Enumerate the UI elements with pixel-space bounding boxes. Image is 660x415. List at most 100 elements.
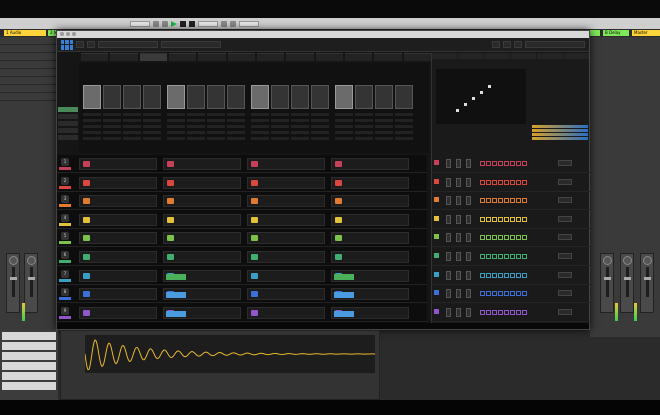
pattern-cell[interactable] [331, 176, 409, 189]
pad-parameter[interactable] [187, 137, 205, 140]
step-key[interactable] [492, 272, 497, 278]
step-key[interactable] [486, 291, 491, 297]
step-key[interactable] [504, 216, 509, 222]
pad-parameter[interactable] [207, 113, 225, 116]
punch-out-button[interactable] [230, 20, 236, 27]
step-key[interactable] [480, 235, 485, 241]
pad-parameter[interactable] [291, 137, 309, 140]
mini-slider[interactable] [466, 270, 471, 280]
pad-parameter[interactable] [395, 119, 413, 122]
mini-slider[interactable] [466, 214, 471, 224]
step-key[interactable] [510, 235, 515, 241]
clip-slot[interactable] [2, 352, 56, 360]
pattern-cell[interactable] [331, 232, 409, 245]
active-clip-block[interactable] [166, 273, 186, 280]
pad-parameter[interactable] [83, 131, 101, 134]
pad-parameter[interactable] [83, 125, 101, 128]
toolbar-button-b[interactable] [503, 41, 511, 48]
pad-parameter[interactable] [355, 137, 373, 140]
row-number[interactable]: 3 [61, 195, 69, 204]
pattern-cell[interactable] [247, 306, 325, 319]
row-value-field[interactable] [558, 290, 572, 297]
step-key[interactable] [492, 216, 497, 222]
pad-parameter[interactable] [103, 131, 121, 134]
minimize-window-icon[interactable] [66, 32, 70, 36]
step-key[interactable] [522, 179, 527, 185]
step-key[interactable] [492, 291, 497, 297]
row-value-field[interactable] [558, 308, 572, 315]
mini-slider[interactable] [446, 214, 451, 224]
pattern-cell[interactable] [331, 269, 409, 282]
stop-button[interactable] [180, 20, 186, 27]
mini-slider[interactable] [446, 252, 451, 261]
pattern-cell[interactable] [247, 213, 325, 226]
step-key[interactable] [486, 198, 491, 204]
step-key[interactable] [516, 198, 521, 204]
row-number[interactable]: 9 [61, 306, 69, 315]
step-key[interactable] [498, 235, 503, 241]
mini-slider[interactable] [466, 159, 471, 168]
position-field[interactable] [198, 20, 218, 27]
mini-slider[interactable] [456, 252, 461, 261]
step-key[interactable] [480, 161, 485, 166]
pattern-cell[interactable] [331, 251, 409, 263]
step-key[interactable] [516, 216, 521, 222]
step-key[interactable] [498, 309, 503, 315]
step-key[interactable] [516, 254, 521, 259]
mini-slider[interactable] [466, 177, 471, 187]
step-key[interactable] [486, 254, 491, 259]
pad-parameter[interactable] [207, 137, 225, 140]
drum-pad[interactable] [335, 85, 353, 109]
step-key[interactable] [486, 179, 491, 185]
pattern-cell[interactable] [247, 232, 325, 245]
step-key[interactable] [480, 309, 485, 315]
row-number[interactable]: 6 [61, 251, 69, 259]
pad-parameter[interactable] [311, 125, 329, 128]
drum-pad[interactable] [103, 85, 121, 109]
step-key[interactable] [492, 161, 497, 166]
pad-parameter[interactable] [187, 119, 205, 122]
pad-parameter[interactable] [395, 125, 413, 128]
pad-mode-button[interactable] [58, 135, 78, 140]
mini-slider[interactable] [446, 289, 451, 299]
pad-mode-button[interactable] [58, 128, 78, 133]
step-key[interactable] [516, 235, 521, 241]
pad-parameter[interactable] [375, 137, 393, 140]
row-value-field[interactable] [558, 160, 572, 166]
pad-parameter[interactable] [271, 131, 289, 134]
pad-parameter[interactable] [251, 125, 269, 128]
pattern-cell[interactable] [331, 195, 409, 208]
pad-parameter[interactable] [143, 137, 161, 140]
pad-bank-tab[interactable] [110, 53, 138, 61]
pad-parameter[interactable] [103, 137, 121, 140]
pad-parameter[interactable] [83, 137, 101, 140]
play-button[interactable] [171, 20, 177, 27]
pad-parameter[interactable] [143, 131, 161, 134]
pad-parameter[interactable] [375, 119, 393, 122]
row-number[interactable]: 2 [61, 176, 69, 185]
step-key[interactable] [522, 291, 527, 297]
pad-parameter[interactable] [291, 125, 309, 128]
mini-slider[interactable] [466, 289, 471, 299]
metronome-button[interactable] [153, 20, 159, 27]
pan-knob[interactable] [602, 256, 612, 265]
pad-parameter[interactable] [251, 131, 269, 134]
row-value-field[interactable] [558, 215, 572, 222]
pad-parameter[interactable] [375, 131, 393, 134]
drum-pad[interactable] [187, 85, 205, 109]
step-key[interactable] [522, 254, 527, 259]
step-key[interactable] [492, 235, 497, 241]
step-key[interactable] [504, 291, 509, 297]
row-value-field[interactable] [558, 197, 572, 204]
mini-slider[interactable] [456, 289, 461, 299]
envelope-point[interactable] [480, 91, 483, 94]
pad-parameter[interactable] [227, 137, 245, 140]
pad-parameter[interactable] [207, 131, 225, 134]
envelope-point[interactable] [464, 103, 467, 106]
zoom-window-icon[interactable] [72, 32, 76, 36]
pad-parameter[interactable] [167, 137, 185, 140]
pad-parameter[interactable] [167, 131, 185, 134]
panel-tab[interactable] [432, 53, 458, 59]
pad-parameter[interactable] [291, 119, 309, 122]
row-number[interactable]: 8 [61, 288, 69, 297]
